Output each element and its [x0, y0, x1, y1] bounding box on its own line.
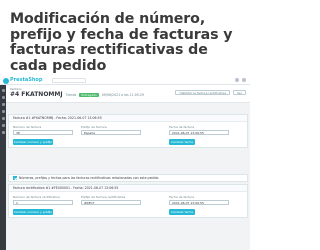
invoice-date-field: Fecha de factura 2021-06-07 13:06:55: [169, 125, 229, 135]
notifications-icon[interactable]: [235, 78, 239, 82]
admin-topbar: PrestaShop: [0, 76, 250, 85]
invoice-card-title: Factura #1 #FKATNOMMJ - Fecha: 2021-06-0…: [9, 115, 247, 122]
order-date: 09/06/2021 a las 11:05:29: [101, 92, 144, 97]
catalog-icon[interactable]: [1, 103, 5, 106]
status-badge: Entregado: [79, 92, 99, 97]
orders-icon[interactable]: [1, 96, 5, 99]
order-title-line: #4 FKATNOMMJ Tienda Entregado 09/06/2021…: [10, 91, 144, 98]
order-shop: Tienda: [65, 92, 77, 97]
credit-notes-toggle[interactable]: Números, prefijos y fechas para las fact…: [8, 174, 248, 182]
credit-number-field: Número de factura rectificativa 1: [13, 195, 73, 205]
header-buttons: Habilitar la factura rectificativa Ver: [175, 90, 246, 95]
change-invoice-number-button[interactable]: Cambiar número y prefijo: [13, 139, 53, 145]
change-credit-number-button[interactable]: Cambiar número y prefijo: [13, 209, 53, 215]
dashboard-icon[interactable]: [1, 89, 5, 92]
logo[interactable]: PrestaShop: [3, 77, 42, 84]
credit-note-card-title: Factura rectificativa #1 #FE000001 - Fec…: [9, 185, 247, 192]
invoice-prefix-field: Prefijo de factura España: [81, 125, 141, 135]
invoice-number-label: Número de factura: [13, 125, 42, 129]
credit-number-label: Número de factura rectificativa: [13, 195, 60, 199]
credit-prefix-label: Prefijo de factura rectificativa: [81, 195, 126, 199]
user-avatar-icon[interactable]: [242, 78, 246, 82]
admin-screenshot: PrestaShop Pedidos #4 FKATNOMMJ Tienda E…: [0, 76, 250, 250]
main-content: Pedidos #4 FKATNOMMJ Tienda Entregado 09…: [6, 85, 250, 250]
settings-icon[interactable]: [1, 131, 5, 134]
invoice-prefix-input[interactable]: España: [81, 130, 141, 135]
credit-prefix-input[interactable]: #RECT: [81, 200, 141, 205]
modules-icon[interactable]: [1, 124, 5, 127]
order-header: Pedidos #4 FKATNOMMJ Tienda Entregado 09…: [6, 85, 250, 103]
view-button[interactable]: Ver: [233, 90, 246, 95]
invoice-card: Factura #1 #FKATNOMMJ - Fecha: 2021-06-0…: [8, 114, 248, 148]
credit-date-input[interactable]: 2021-06-07 13:06:55: [169, 200, 229, 205]
search-input[interactable]: [52, 78, 86, 83]
credit-prefix-field: Prefijo de factura rectificativa #RECT: [81, 195, 141, 205]
page-headline: Modificación de número, prefijo y fecha …: [10, 11, 233, 74]
invoice-number-field: Número de factura 38: [13, 125, 73, 135]
credit-notes-notice: Números, prefijos y fechas para las fact…: [19, 176, 159, 180]
customers-icon[interactable]: [1, 110, 5, 113]
stats-icon[interactable]: [1, 117, 5, 120]
invoice-prefix-label: Prefijo de factura: [81, 125, 107, 129]
credit-date-label: Fecha de factura: [169, 195, 195, 199]
invoice-number-input[interactable]: 38: [13, 130, 73, 135]
order-reference: #4 FKATNOMMJ: [10, 91, 63, 98]
change-credit-date-button[interactable]: Cambiar fecha: [169, 209, 195, 215]
credit-date-field: Fecha de factura 2021-06-07 13:06:55: [169, 195, 229, 205]
invoice-date-label: Fecha de factura: [169, 125, 195, 129]
invoice-date-input[interactable]: 2021-06-07 13:06:55: [169, 130, 229, 135]
topbar-actions: [235, 78, 246, 82]
credit-note-card: Factura rectificativa #1 #FE000001 - Fec…: [8, 184, 248, 218]
logo-text: PrestaShop: [10, 77, 43, 83]
change-invoice-date-button[interactable]: Cambiar fecha: [169, 139, 195, 145]
enable-credit-note-button[interactable]: Habilitar la factura rectificativa: [175, 90, 231, 95]
checkbox-checked-icon[interactable]: [13, 176, 17, 180]
credit-number-input[interactable]: 1: [13, 200, 73, 205]
prestashop-logo-icon: [3, 77, 9, 84]
